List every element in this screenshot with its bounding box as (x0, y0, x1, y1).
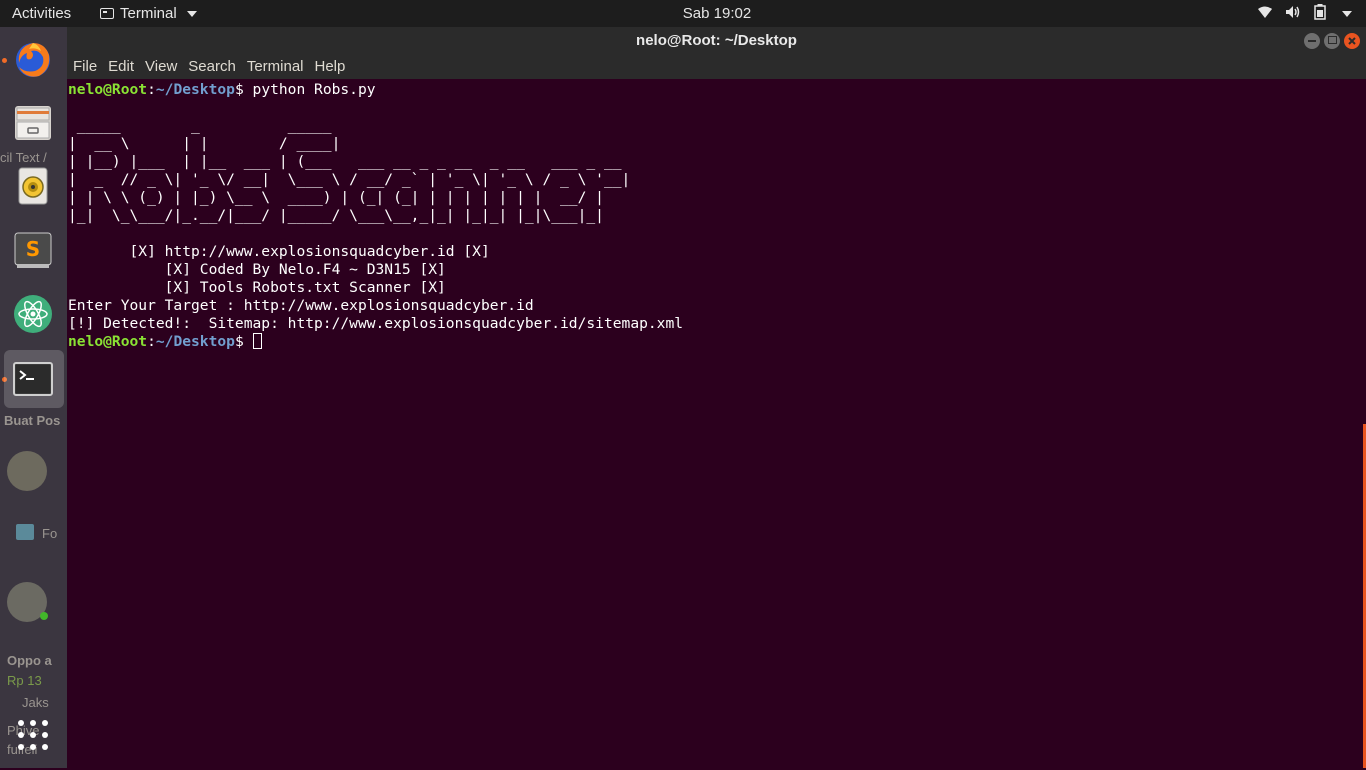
terminal-output[interactable]: nelo@Root:~/Desktop$ python Robs.py ____… (68, 79, 1358, 770)
menu-help[interactable]: Help (309, 54, 351, 79)
detected-line: [!] Detected!: Sitemap: http://www.explo… (68, 315, 684, 332)
dock: cil Text / Buat Pos Fo Oppo a Rp 13 Jaks… (0, 27, 67, 768)
system-tray[interactable] (1257, 4, 1352, 24)
banner-line (68, 99, 1358, 117)
maximize-button[interactable] (1324, 33, 1340, 49)
dock-show-apps[interactable] (8, 710, 58, 760)
command-line: nelo@Root:~/Desktop$ python Robs.py (68, 81, 376, 98)
background-text: Rp 13 (7, 673, 42, 688)
running-indicator (2, 58, 7, 63)
sublime-text-icon: S (14, 232, 52, 268)
firefox-icon (16, 43, 50, 77)
image-icon (16, 524, 34, 540)
banner-line: |_| \_\___/|_.__/|___/ |_____/ \___\__,_… (68, 207, 604, 224)
prompt-path: ~/Desktop (155, 81, 235, 98)
avatar (7, 451, 47, 491)
window-title: nelo@Root: ~/Desktop (636, 32, 797, 49)
prompt-user: nelo@Root (68, 81, 148, 98)
dock-terminal[interactable] (4, 350, 64, 408)
text-cursor (252, 333, 262, 349)
maximize-icon (1327, 36, 1337, 44)
dock-sublime-text[interactable]: S (8, 225, 58, 275)
dock-rhythmbox[interactable] (8, 161, 58, 211)
command-text: python Robs.py (252, 81, 376, 98)
minimize-button[interactable] (1304, 33, 1320, 49)
banner-line (68, 225, 1358, 243)
close-icon (1348, 37, 1356, 45)
menu-terminal[interactable]: Terminal (241, 54, 309, 79)
dock-firefox[interactable] (8, 34, 58, 84)
menu-bar: File Edit View Search Terminal Help (67, 54, 1366, 79)
banner-line: | |__) |___ | |__ ___ | (___ ___ __ _ _ … (68, 153, 622, 170)
clock[interactable]: Sab 19:02 (0, 5, 1366, 22)
background-text: Oppo a (7, 653, 52, 668)
terminal-icon (13, 362, 53, 396)
atom-icon (14, 295, 52, 333)
menu-view[interactable]: View (139, 54, 182, 79)
info-line: [X] Tools Robots.txt Scanner [X] (68, 279, 446, 296)
prompt-path: ~/Desktop (155, 333, 235, 350)
banner-line: _____ _ _____ (68, 117, 332, 134)
menu-edit[interactable]: Edit (102, 54, 139, 79)
rhythmbox-icon (18, 167, 48, 205)
show-apps-icon (18, 720, 48, 750)
wifi-icon (1257, 5, 1273, 23)
top-bar: Activities Terminal Sab 19:02 (0, 0, 1366, 27)
dock-files[interactable] (8, 98, 58, 148)
terminal-window: nelo@Root: ~/Desktop File Edit View Sear… (67, 27, 1366, 768)
banner-line: | _ // _ \| '_ \/ __| \___ \ / __/ _` | … (68, 171, 631, 188)
banner-line: | __ \ | | / ____| (68, 135, 341, 152)
online-indicator (40, 612, 48, 620)
background-text: Buat Pos (4, 413, 61, 428)
chevron-down-icon (1342, 11, 1352, 17)
files-icon (15, 106, 51, 140)
background-text: Jaks (22, 695, 49, 710)
svg-text:S: S (26, 237, 40, 261)
banner-line: | | \ \ (_) | |_) \__ \ ____) | (_| (_| … (68, 189, 604, 206)
dock-atom[interactable] (8, 289, 58, 339)
target-line: Enter Your Target : http://www.explosion… (68, 297, 534, 314)
background-text: Fo (42, 526, 58, 541)
prompt-line: nelo@Root:~/Desktop$ (68, 333, 1358, 351)
battery-icon (1314, 4, 1326, 24)
menu-search[interactable]: Search (182, 54, 241, 79)
close-button[interactable] (1344, 33, 1360, 49)
minimize-icon (1308, 40, 1316, 42)
prompt-user: nelo@Root (68, 333, 148, 350)
menu-file[interactable]: File (67, 54, 102, 79)
title-bar[interactable]: nelo@Root: ~/Desktop (67, 27, 1366, 54)
info-line: [X] Coded By Nelo.F4 ~ D3N15 [X] (68, 261, 446, 278)
info-line: [X] http://www.explosionsquadcyber.id [X… (68, 243, 490, 260)
volume-icon (1285, 5, 1302, 23)
